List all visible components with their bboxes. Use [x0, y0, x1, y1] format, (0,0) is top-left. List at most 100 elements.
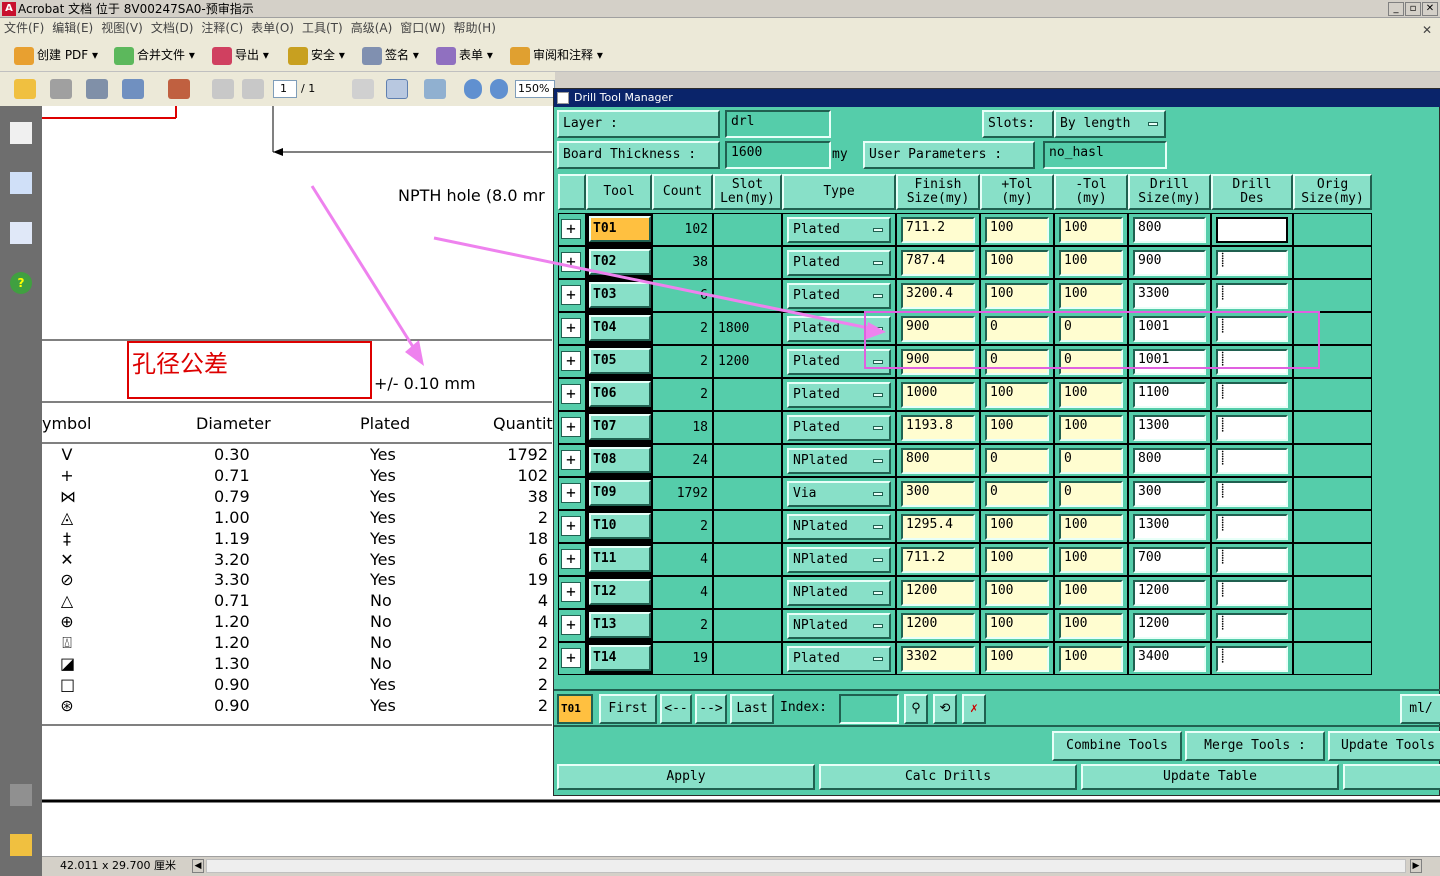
- expand-plus-icon[interactable]: +: [561, 417, 581, 437]
- prev-button[interactable]: <--: [660, 694, 692, 724]
- tool-button[interactable]: T13: [589, 612, 651, 638]
- tool-button[interactable]: T11: [589, 546, 651, 572]
- search-icon[interactable]: ⚲: [904, 694, 928, 724]
- finish-size-field[interactable]: 1000: [901, 382, 975, 408]
- tool-button[interactable]: T03: [589, 282, 651, 308]
- drill-size-field[interactable]: 1200: [1133, 580, 1206, 606]
- merge-tools-button[interactable]: Merge Tools :: [1185, 731, 1325, 761]
- minus-tol-field[interactable]: 100: [1059, 382, 1123, 408]
- combine-files-button[interactable]: 合并文件 ▾: [114, 44, 195, 66]
- units-button[interactable]: ml/: [1400, 694, 1440, 724]
- tool-button[interactable]: T02: [589, 249, 651, 275]
- previous-page-icon[interactable]: [212, 79, 234, 99]
- minus-tol-field[interactable]: 0: [1059, 448, 1123, 474]
- finish-size-field[interactable]: 3302: [901, 646, 975, 672]
- forms-button[interactable]: 表单 ▾: [436, 44, 493, 66]
- extra-button[interactable]: [1343, 764, 1440, 790]
- expand-plus-icon[interactable]: +: [561, 384, 581, 404]
- expand-plus-icon[interactable]: +: [561, 516, 581, 536]
- drill-des-field[interactable]: ⸽: [1216, 349, 1288, 375]
- attachments-icon[interactable]: [10, 784, 32, 806]
- plus-tol-field[interactable]: 100: [985, 217, 1049, 243]
- calc-drills-button[interactable]: Calc Drills: [819, 764, 1077, 790]
- minus-tol-field[interactable]: 100: [1059, 217, 1123, 243]
- minus-tol-field[interactable]: 100: [1059, 283, 1123, 309]
- drill-des-field[interactable]: ⸽: [1216, 283, 1288, 309]
- menu-window[interactable]: 窗口(W): [396, 18, 449, 38]
- zoom-out-icon[interactable]: [464, 79, 482, 99]
- type-option-menu[interactable]: NPlated: [787, 448, 891, 474]
- update-table-button[interactable]: Update Table: [1081, 764, 1339, 790]
- zoom-in-icon[interactable]: [490, 79, 508, 99]
- drill-size-field[interactable]: 1300: [1133, 514, 1206, 540]
- menu-edit[interactable]: 编辑(E): [48, 18, 97, 38]
- menu-tools[interactable]: 工具(T): [298, 18, 347, 38]
- security-button[interactable]: 安全 ▾: [288, 44, 345, 66]
- tool-button[interactable]: T01: [589, 216, 651, 242]
- type-option-menu[interactable]: Plated: [787, 250, 891, 276]
- menu-help[interactable]: 帮助(H): [450, 18, 500, 38]
- drill-des-field[interactable]: ⸽: [1216, 613, 1288, 639]
- plus-tol-field[interactable]: 100: [985, 283, 1049, 309]
- tool-button[interactable]: T06: [589, 381, 651, 407]
- plus-tol-field[interactable]: 100: [985, 415, 1049, 441]
- bookmarks-panel-icon[interactable]: [10, 172, 32, 194]
- type-option-menu[interactable]: Plated: [787, 316, 891, 342]
- next-button[interactable]: -->: [695, 694, 727, 724]
- export-button[interactable]: 导出 ▾: [212, 44, 269, 66]
- create-pdf-button[interactable]: 创建 PDF ▾: [14, 44, 98, 66]
- sign-button[interactable]: 签名 ▾: [362, 44, 419, 66]
- minus-tol-field[interactable]: 100: [1059, 547, 1123, 573]
- doc-close-icon[interactable]: ✕: [1418, 20, 1436, 40]
- plus-tol-field[interactable]: 0: [985, 481, 1049, 507]
- drill-size-field[interactable]: 800: [1133, 448, 1206, 474]
- finish-size-field[interactable]: 900: [901, 349, 975, 375]
- horizontal-scrollbar[interactable]: [206, 859, 1406, 873]
- drill-des-field[interactable]: ⸽: [1216, 250, 1288, 276]
- finish-size-field[interactable]: 711.2: [901, 547, 975, 573]
- user-parameters-field[interactable]: no_hasl: [1043, 141, 1167, 169]
- plus-tol-field[interactable]: 100: [985, 646, 1049, 672]
- zoom-tool-icon[interactable]: [424, 79, 446, 99]
- plus-tol-field[interactable]: 100: [985, 613, 1049, 639]
- help-icon[interactable]: ?: [10, 272, 32, 294]
- type-option-menu[interactable]: Plated: [787, 283, 891, 309]
- drill-size-field[interactable]: 1001: [1133, 349, 1206, 375]
- plus-tol-field[interactable]: 100: [985, 580, 1049, 606]
- drill-size-field[interactable]: 1200: [1133, 613, 1206, 639]
- plus-tol-field[interactable]: 0: [985, 448, 1049, 474]
- email-icon[interactable]: [122, 79, 144, 99]
- finish-size-field[interactable]: 900: [901, 316, 975, 342]
- zoom-level-field[interactable]: 150%: [515, 80, 555, 98]
- menu-file[interactable]: 文件(F): [0, 18, 48, 38]
- type-option-menu[interactable]: NPlated: [787, 613, 891, 639]
- type-option-menu[interactable]: Plated: [787, 349, 891, 375]
- plus-tol-field[interactable]: 100: [985, 382, 1049, 408]
- plus-tol-field[interactable]: 100: [985, 514, 1049, 540]
- combine-tools-button[interactable]: Combine Tools: [1052, 731, 1182, 761]
- expand-plus-icon[interactable]: +: [561, 549, 581, 569]
- minus-tol-field[interactable]: 100: [1059, 514, 1123, 540]
- refresh-icon[interactable]: ⟲: [933, 694, 957, 724]
- signatures-panel-icon[interactable]: [10, 222, 32, 244]
- tool-button[interactable]: T10: [589, 513, 651, 539]
- drill-des-field[interactable]: [1216, 217, 1288, 243]
- minus-tol-field[interactable]: 100: [1059, 646, 1123, 672]
- page-number-input[interactable]: 1: [273, 80, 297, 98]
- drill-size-field[interactable]: 3400: [1133, 646, 1206, 672]
- tool-button[interactable]: T12: [589, 579, 651, 605]
- hand-tool-icon[interactable]: [386, 79, 408, 99]
- menu-advanced[interactable]: 高级(A): [347, 18, 397, 38]
- layer-field[interactable]: drl: [725, 110, 831, 138]
- type-option-menu[interactable]: Plated: [787, 382, 891, 408]
- first-button[interactable]: First: [599, 694, 657, 724]
- document-properties-icon[interactable]: [168, 79, 190, 99]
- minus-tol-field[interactable]: 100: [1059, 415, 1123, 441]
- plus-tol-field[interactable]: 0: [985, 349, 1049, 375]
- type-option-menu[interactable]: NPlated: [787, 514, 891, 540]
- drill-des-field[interactable]: ⸽: [1216, 547, 1288, 573]
- close-button[interactable]: ✕: [1422, 2, 1438, 16]
- drill-des-field[interactable]: ⸽: [1216, 481, 1288, 507]
- type-option-menu[interactable]: Via: [787, 481, 891, 507]
- next-page-icon[interactable]: [242, 79, 264, 99]
